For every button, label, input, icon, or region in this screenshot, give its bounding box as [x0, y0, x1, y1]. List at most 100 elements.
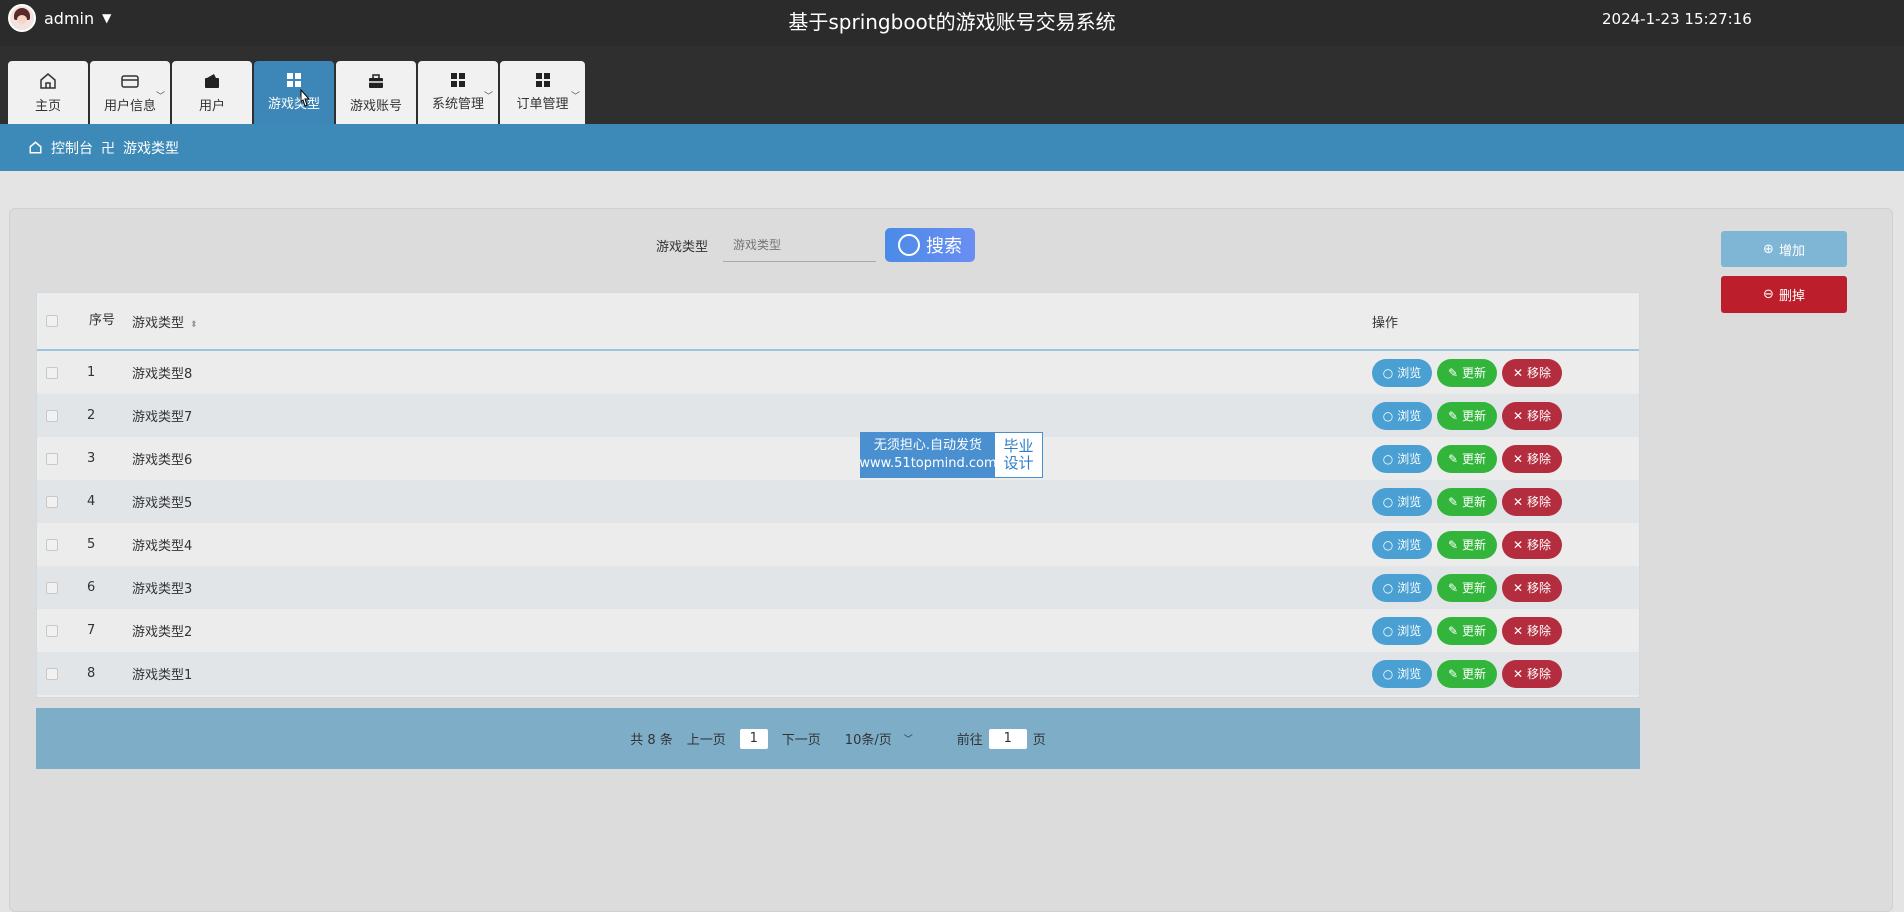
- view-button[interactable]: ○ 浏览: [1372, 487, 1432, 516]
- row-index: 2: [87, 408, 96, 423]
- view-button[interactable]: ○ 浏览: [1372, 358, 1432, 387]
- view-button-label: 浏览: [1397, 495, 1422, 509]
- nav-tab-user-info[interactable]: 用户信息 ﹀: [90, 61, 170, 124]
- watermark-line2: www.51topmind.com: [859, 456, 997, 471]
- view-button[interactable]: ○ 浏览: [1372, 444, 1432, 473]
- edit-button-label: 更新: [1462, 452, 1487, 466]
- nav-tab-home[interactable]: 主页: [8, 61, 88, 124]
- pagination-page-current[interactable]: 1: [739, 728, 768, 749]
- view-button-label: 浏览: [1397, 538, 1422, 552]
- row-name: 游戏类型7: [132, 410, 193, 425]
- edit-button[interactable]: ✎ 更新: [1437, 573, 1497, 602]
- search-button[interactable]: 搜索: [885, 228, 975, 262]
- row-index: 5: [87, 537, 96, 552]
- edit-button[interactable]: ✎ 更新: [1437, 444, 1497, 473]
- pagination-prev[interactable]: 上一页: [687, 729, 726, 748]
- nav-tab-orders[interactable]: 订单管理 ﹀: [500, 61, 585, 124]
- remove-button[interactable]: ✕ 移除: [1502, 616, 1562, 645]
- edit-button[interactable]: ✎ 更新: [1437, 401, 1497, 430]
- view-button[interactable]: ○ 浏览: [1372, 659, 1432, 688]
- close-icon: ✕: [1512, 537, 1524, 552]
- table-row: 4 游戏类型5 ○ 浏览 ✎ 更新 ✕ 移除: [37, 480, 1639, 523]
- table-row: 7 游戏类型2 ○ 浏览 ✎ 更新 ✕ 移除: [37, 609, 1639, 652]
- row-checkbox[interactable]: [46, 452, 58, 465]
- row-checkbox[interactable]: [46, 495, 58, 508]
- edit-button[interactable]: ✎ 更新: [1437, 616, 1497, 645]
- column-header-ops: 操作: [1372, 315, 1399, 331]
- nav-tab-system[interactable]: 系统管理 ﹀: [418, 61, 498, 124]
- pencil-icon: ✎: [1447, 666, 1459, 681]
- remove-button-label: 移除: [1527, 495, 1552, 509]
- remove-button-label: 移除: [1527, 409, 1552, 423]
- remove-button[interactable]: ✕ 移除: [1502, 659, 1562, 688]
- row-checkbox[interactable]: [46, 538, 58, 551]
- remove-button[interactable]: ✕ 移除: [1502, 358, 1562, 387]
- select-all-checkbox[interactable]: [46, 315, 58, 327]
- nav-tab-user[interactable]: 用户: [172, 61, 252, 124]
- page-size-select[interactable]: 10条/页 ﹀: [845, 729, 913, 748]
- view-button[interactable]: ○ 浏览: [1372, 530, 1432, 559]
- sort-icon[interactable]: ⬍: [190, 320, 198, 330]
- pagination-goto: 前往 1 页: [956, 728, 1046, 749]
- view-button-label: 浏览: [1397, 366, 1422, 380]
- pencil-icon: ✎: [1447, 408, 1459, 423]
- pagination-next[interactable]: 下一页: [782, 729, 821, 748]
- search-icon: ○: [1382, 537, 1394, 552]
- add-button[interactable]: ⊕ 增加: [1721, 231, 1847, 267]
- goto-page-input[interactable]: 1: [988, 728, 1027, 749]
- search-label: 游戏类型: [656, 240, 709, 255]
- edit-button[interactable]: ✎ 更新: [1437, 530, 1497, 559]
- delete-button[interactable]: ⊖ 删掉: [1721, 276, 1847, 313]
- row-name: 游戏类型6: [132, 453, 193, 468]
- pencil-icon: ✎: [1447, 580, 1459, 595]
- remove-button[interactable]: ✕ 移除: [1502, 573, 1562, 602]
- close-icon: ✕: [1512, 365, 1524, 380]
- edit-button[interactable]: ✎ 更新: [1437, 487, 1497, 516]
- remove-button[interactable]: ✕ 移除: [1502, 530, 1562, 559]
- row-checkbox[interactable]: [46, 581, 58, 594]
- chevron-down-icon: ﹀: [155, 92, 165, 102]
- view-button[interactable]: ○ 浏览: [1372, 573, 1432, 602]
- edit-button[interactable]: ✎ 更新: [1437, 358, 1497, 387]
- goto-prefix: 前往: [956, 733, 983, 748]
- row-checkbox[interactable]: [46, 624, 58, 637]
- nav-tab-label: 订单管理: [516, 97, 569, 112]
- remove-button[interactable]: ✕ 移除: [1502, 401, 1562, 430]
- game-type-table: 序号 游戏类型 ⬍ 操作 1 游戏类型8 ○ 浏览 ✎ 更新 ✕ 移除 2 游戏类型7 ○ 浏览 ✎ 更新 ✕…: [36, 292, 1640, 698]
- row-index: 1: [87, 365, 96, 380]
- remove-button[interactable]: ✕ 移除: [1502, 444, 1562, 473]
- pencil-icon: ✎: [1447, 537, 1459, 552]
- row-index: 3: [87, 451, 96, 466]
- search-icon: ○: [1382, 365, 1394, 380]
- remove-button[interactable]: ✕ 移除: [1502, 487, 1562, 516]
- column-header-name[interactable]: 游戏类型 ⬍: [132, 312, 1372, 331]
- pagination-total: 共 8 条: [630, 733, 673, 748]
- grid-icon: [451, 73, 465, 87]
- view-button-label: 浏览: [1397, 667, 1422, 681]
- edit-button-label: 更新: [1462, 366, 1487, 380]
- row-index: 6: [87, 580, 96, 595]
- row-index: 8: [87, 666, 96, 681]
- pencil-icon: ✎: [1447, 365, 1459, 380]
- nav-tab-game-account[interactable]: 游戏账号: [336, 61, 416, 124]
- nav-tab-game-type[interactable]: 游戏类型: [254, 61, 334, 124]
- search-icon: [898, 234, 920, 256]
- view-button[interactable]: ○ 浏览: [1372, 616, 1432, 645]
- edit-button[interactable]: ✎ 更新: [1437, 659, 1497, 688]
- watermark-right1: 毕业: [1003, 437, 1034, 455]
- breadcrumb-root[interactable]: 控制台: [51, 138, 93, 158]
- view-button[interactable]: ○ 浏览: [1372, 401, 1432, 430]
- column-header-name-label: 游戏类型: [132, 315, 185, 331]
- nav-tab-label: 主页: [34, 99, 61, 114]
- row-name: 游戏类型5: [132, 496, 193, 511]
- view-button-label: 浏览: [1397, 581, 1422, 595]
- wallet-icon: [205, 74, 219, 88]
- grid-icon: [535, 73, 550, 87]
- edit-button-label: 更新: [1462, 495, 1487, 509]
- row-checkbox[interactable]: [46, 366, 58, 379]
- plus-circle-icon: ⊕: [1763, 241, 1774, 257]
- view-button-label: 浏览: [1397, 624, 1422, 638]
- row-checkbox[interactable]: [46, 409, 58, 422]
- search-input[interactable]: [723, 229, 876, 262]
- row-checkbox[interactable]: [46, 667, 58, 680]
